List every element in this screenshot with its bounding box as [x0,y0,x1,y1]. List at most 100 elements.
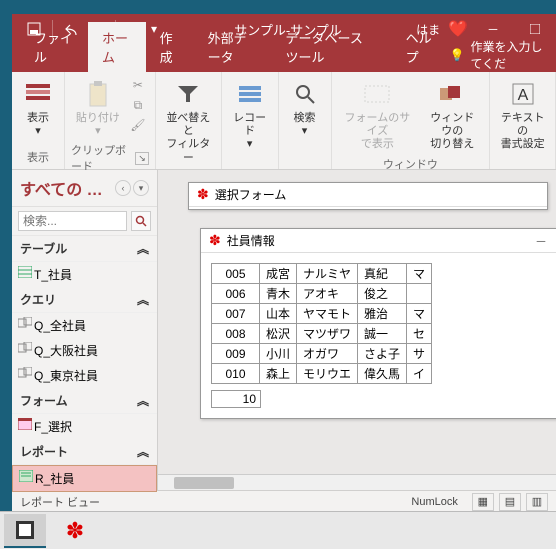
table-cell: モリウエ [297,364,358,384]
tab-create[interactable]: 作成 [146,22,194,72]
report-title: 社員情報 [227,232,525,249]
table-row[interactable]: 009小川オガワさよ子サ [212,344,432,364]
table-cell: 006 [212,284,260,304]
horizontal-scrollbar[interactable] [158,474,556,490]
table-cell: 山本 [260,304,297,324]
nav-item-q-all[interactable]: Q_全社員 [12,313,157,338]
table-row[interactable]: 006青木アオキ俊之 [212,284,432,304]
nav-item-r-emp[interactable]: R_社員 [12,465,157,492]
user-avatar-icon[interactable]: ❤️ [448,19,468,39]
table-cell: セ [407,324,432,344]
ribbon-group-textfmt: A テキストの 書式設定 [490,72,556,169]
copy-icon[interactable]: ⧉ [128,96,148,114]
table-cell: サ [407,344,432,364]
table-cell: マ [407,264,432,284]
table-cell: 松沢 [260,324,297,344]
tellme-input[interactable]: 作業を入力してくだ [471,38,549,72]
table-cell: 俊之 [358,284,407,304]
form-icon [18,418,32,432]
table-cell: マツザワ [297,324,358,344]
table-cell: ヤマモト [297,304,358,324]
table-cell: 誠一 [358,324,407,344]
page-number: 10 [211,390,261,408]
formsize-button[interactable]: フォームのサイズ で表示 [338,76,418,154]
find-button[interactable]: 検索▾ [285,76,325,140]
select-form-title: 選択フォーム [215,186,539,203]
form-size-icon [361,78,393,110]
dialog-launcher-icon[interactable]: ↘ [135,152,149,165]
app-window: ▾ サンプル-サンプル はま ❤️ ─ ファイル ホーム 作成 外部データ デー… [12,14,556,512]
tab-dbtools[interactable]: データベース ツール [271,22,391,72]
flower-icon: ✽ [209,232,221,249]
nav-group-forms[interactable]: フォーム︽ [12,388,157,414]
window-switch-icon [436,78,468,110]
collapse-icon: ︽ [137,443,149,460]
nav-item-q-tokyo[interactable]: Q_東京社員 [12,363,157,388]
table-row[interactable]: 007山本ヤマモト雅治マ [212,304,432,324]
nav-item-t-emp[interactable]: T_社員 [12,262,157,287]
minimize-icon[interactable]: ─ [531,234,551,248]
clipboard-icon [82,78,114,110]
window-select-form[interactable]: ✽ 選択フォーム [188,182,548,210]
tab-help[interactable]: ヘルプ [392,22,450,72]
table-cell: 005 [212,264,260,284]
nav-collapse-icon[interactable]: ‹ [115,180,131,196]
winswitch-button[interactable]: ウィンドウの 切り替え [421,76,483,154]
filter-icon [172,78,204,110]
main-area: すべての … ‹ ▾ テーブル︽ T_社員 クエリ︽ Q_全社員 Q_大阪社員 … [12,170,556,490]
nav-title[interactable]: すべての … [20,176,115,200]
ribbon-group-records: レコード▾ [222,72,279,169]
print-preview-icon[interactable]: ▤ [499,493,521,511]
text-format-icon: A [507,78,539,110]
table-cell [407,284,432,304]
nav-group-queries[interactable]: クエリ︽ [12,287,157,313]
nav-item-f-select[interactable]: F_選択 [12,414,157,439]
view-button[interactable]: 表示▾ [18,76,58,140]
report-body: 005成宮ナルミヤ真紀マ006青木アオキ俊之 007山本ヤマモト雅治マ008松沢… [201,253,556,418]
content-area: ✽ 選択フォーム ✽ 社員情報 ─ 005成宮ナルミヤ真紀マ006青木アオキ俊之… [158,170,556,490]
search-input[interactable] [18,211,127,231]
table-cell: 009 [212,344,260,364]
scrollbar-thumb[interactable] [174,477,234,489]
nav-item-q-osaka[interactable]: Q_大阪社員 [12,338,157,363]
tab-file[interactable]: ファイル [20,22,88,72]
table-cell: 偉久馬 [358,364,407,384]
collapse-icon: ︽ [137,392,149,409]
nav-group-reports[interactable]: レポート︽ [12,439,157,465]
cut-icon[interactable]: ✂ [128,76,148,94]
search-button[interactable] [131,211,151,231]
table-cell: 008 [212,324,260,344]
table-row[interactable]: 005成宮ナルミヤ真紀マ [212,264,432,284]
view-icon [22,78,54,110]
table-row[interactable]: 010森上モリウエ偉久馬イ [212,364,432,384]
table-cell: アオキ [297,284,358,304]
collapse-icon: ︽ [137,240,149,257]
table-cell: 青木 [260,284,297,304]
textfmt-button[interactable]: A テキストの 書式設定 [496,76,549,154]
format-painter-icon[interactable]: 🖌 [128,116,148,134]
table-cell: 真紀 [358,264,407,284]
table-row[interactable]: 008松沢マツザワ誠一セ [212,324,432,344]
flower-icon: ✽ [66,518,84,544]
paste-button[interactable]: 貼り付け▾ [72,76,124,140]
sortfilter-button[interactable]: 並べ替えと フィルター [162,76,215,167]
taskbar-app2[interactable]: ✽ [54,514,96,548]
window-report[interactable]: ✽ 社員情報 ─ 005成宮ナルミヤ真紀マ006青木アオキ俊之 007山本ヤマモ… [200,228,556,419]
nav-group-tables[interactable]: テーブル︽ [12,236,157,262]
tab-home[interactable]: ホーム [88,22,146,72]
records-button[interactable]: レコード▾ [228,76,272,154]
taskbar-app1[interactable] [4,514,46,548]
query-icon [18,367,32,381]
table-cell: マ [407,304,432,324]
layout-view-icon[interactable]: ▥ [526,493,548,511]
report-view-icon[interactable]: ▦ [472,493,494,511]
view-buttons: ▦ ▤ ▥ [470,493,548,511]
nav-dropdown-icon[interactable]: ▾ [133,180,149,196]
table-cell: オガワ [297,344,358,364]
group-caption-view: 表示 [27,147,49,167]
query-icon [18,342,32,356]
table-cell: 007 [212,304,260,324]
tab-external[interactable]: 外部データ [194,22,272,72]
ribbon-group-sortfilter: 並べ替えと フィルター [156,72,222,169]
table-cell: イ [407,364,432,384]
